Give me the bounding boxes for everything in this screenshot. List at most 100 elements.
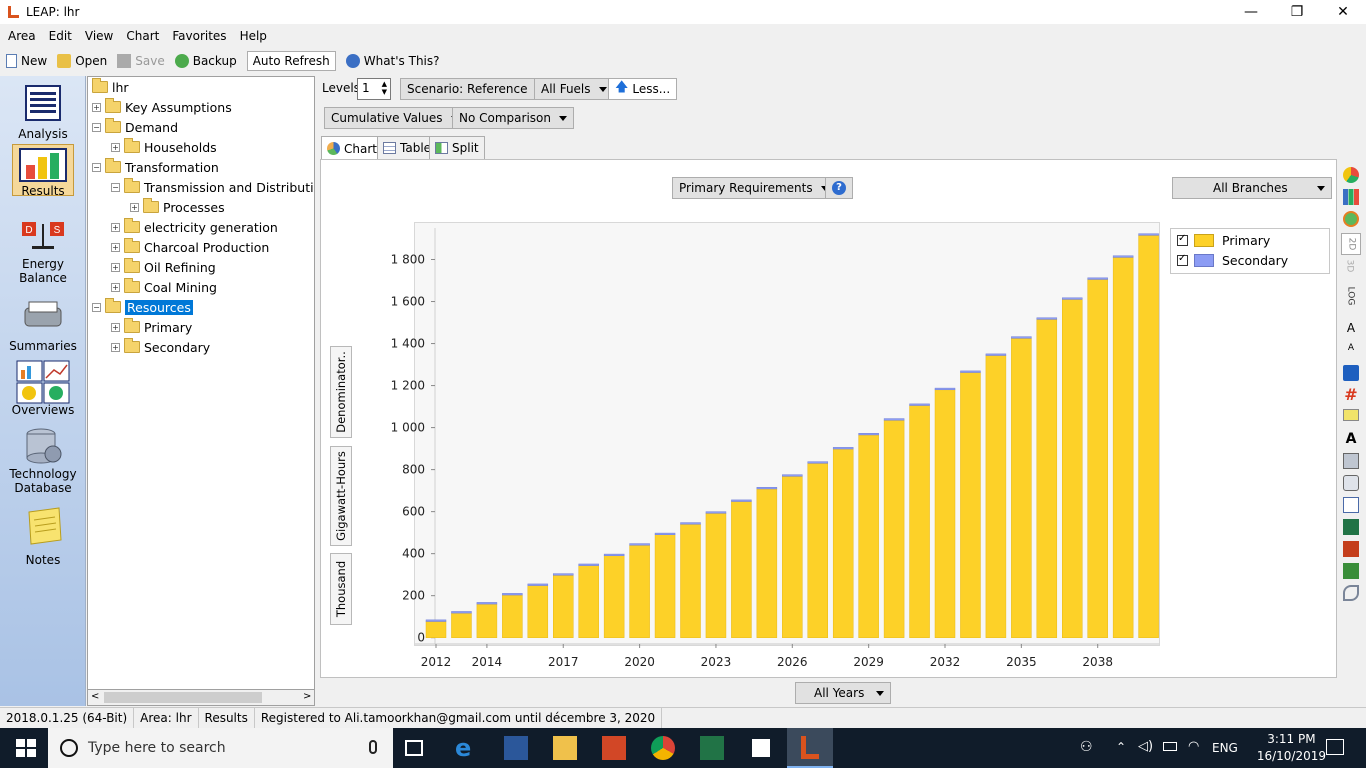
levels-spinner[interactable]: 1 ▲ ▼	[357, 78, 391, 100]
tree-node[interactable]: + electricity generation	[111, 218, 278, 236]
view-overviews[interactable]: Overviews	[0, 360, 86, 417]
view-summaries[interactable]: Summaries	[0, 298, 86, 353]
task-view-icon[interactable]	[405, 740, 423, 756]
tree-node[interactable]: − Transmission and Distributio	[111, 178, 314, 196]
collapse-icon[interactable]: −	[92, 302, 101, 312]
tree-node[interactable]: + Oil Refining	[111, 258, 216, 276]
expand-icon[interactable]: +	[111, 142, 120, 152]
backup-button[interactable]: Backup	[174, 54, 237, 68]
view-energy-balance[interactable]: D S Energy Balance	[0, 218, 86, 285]
tree-node[interactable]: + Primary	[111, 318, 192, 336]
font-decrease-icon[interactable]: A	[1343, 343, 1359, 359]
collapse-icon[interactable]: −	[92, 122, 101, 132]
spinner-arrows-icon[interactable]: ▲ ▼	[382, 80, 387, 96]
print-icon[interactable]	[1343, 475, 1359, 491]
leap-taskbar-button[interactable]	[787, 728, 833, 768]
legend-item-primary[interactable]: Primary	[1177, 233, 1270, 248]
unit-button[interactable]: Gigawatt-Hours	[330, 446, 352, 546]
close-button[interactable]: ✕	[1320, 0, 1366, 24]
people-icon[interactable]: ⚇	[1080, 739, 1093, 755]
expand-icon[interactable]: +	[111, 242, 120, 252]
expand-icon[interactable]: +	[130, 202, 139, 212]
menu-chart[interactable]: Chart	[126, 29, 159, 43]
expand-icon[interactable]: +	[111, 262, 120, 272]
chart-settings-icon[interactable]	[1343, 453, 1359, 469]
word-icon[interactable]	[504, 736, 528, 760]
notifications-icon[interactable]	[1326, 739, 1344, 755]
legend-item-secondary[interactable]: Secondary	[1177, 253, 1288, 268]
powerpoint-export-icon[interactable]	[1343, 541, 1359, 557]
legend-checkbox-secondary[interactable]	[1177, 253, 1188, 266]
tree-node[interactable]: + Households	[111, 138, 217, 156]
expand-icon[interactable]: +	[92, 102, 101, 112]
pie-chart-icon[interactable]	[1343, 167, 1359, 183]
microphone-icon[interactable]	[369, 740, 377, 754]
expand-icon[interactable]: +	[111, 222, 120, 232]
log-scale-toggle[interactable]: LOG	[1345, 287, 1355, 306]
tree-node[interactable]: + Processes	[130, 198, 225, 216]
tree-node[interactable]: + Coal Mining	[111, 278, 217, 296]
collapse-icon[interactable]: −	[92, 162, 101, 172]
3d-toggle[interactable]: 3D	[1344, 260, 1354, 273]
windows-start-icon[interactable]	[14, 736, 38, 760]
tree-node[interactable]: − Resources	[92, 298, 193, 316]
tree-node[interactable]: + Key Assumptions	[92, 98, 232, 116]
help-button[interactable]: ?	[825, 177, 853, 199]
auto-refresh-toggle[interactable]: Auto Refresh	[246, 51, 336, 71]
new-button[interactable]: New	[6, 54, 47, 68]
maximize-button[interactable]: ❐	[1274, 0, 1320, 24]
legend-checkbox-primary[interactable]	[1177, 233, 1188, 246]
file-explorer-icon[interactable]	[553, 736, 577, 760]
menu-area[interactable]: Area	[8, 29, 36, 43]
tab-split[interactable]: Split	[429, 136, 485, 160]
tree-horizontal-scrollbar[interactable]: < >	[87, 689, 315, 706]
expand-icon[interactable]: +	[111, 322, 120, 332]
taskbar-search-box[interactable]: Type here to search	[48, 728, 393, 768]
volume-icon[interactable]: ◁)	[1138, 739, 1153, 754]
chevron-up-icon[interactable]: ⌃	[1116, 740, 1126, 754]
expand-icon[interactable]: +	[111, 282, 120, 292]
variable-dropdown[interactable]: Primary Requirements	[672, 177, 836, 199]
tree-node[interactable]: + Secondary	[111, 338, 210, 356]
cumulative-dropdown[interactable]: Cumulative Values	[324, 107, 466, 129]
battery-icon[interactable]	[1163, 742, 1177, 751]
menu-help[interactable]: Help	[240, 29, 267, 43]
edge-icon[interactable]: e	[455, 736, 479, 760]
font-increase-icon[interactable]: A	[1343, 321, 1359, 337]
bar-chart-icon[interactable]	[1343, 189, 1359, 205]
gridlines-icon[interactable]: #	[1343, 387, 1359, 403]
tree-node[interactable]: + Charcoal Production	[111, 238, 269, 256]
tree-node[interactable]: − Demand	[92, 118, 178, 136]
scale-button[interactable]: Thousand	[330, 553, 352, 625]
comparison-dropdown[interactable]: No Comparison	[452, 107, 574, 129]
tab-chart[interactable]: Chart	[321, 136, 383, 161]
menu-view[interactable]: View	[85, 29, 113, 43]
years-dropdown[interactable]: All Years	[795, 682, 891, 704]
menu-favorites[interactable]: Favorites	[172, 29, 226, 43]
store-icon[interactable]	[749, 736, 773, 760]
tree-node[interactable]: lhr	[92, 78, 129, 96]
powerpoint-icon[interactable]	[602, 736, 626, 760]
collapse-icon[interactable]: −	[111, 182, 120, 192]
fuels-dropdown[interactable]: All Fuels	[534, 78, 614, 100]
wrench-icon[interactable]	[1343, 585, 1359, 601]
view-technology-database[interactable]: Technology Database	[0, 426, 86, 495]
view-results[interactable]: Results	[12, 144, 74, 198]
whats-this-button[interactable]: What's This?	[345, 54, 440, 68]
scenario-dropdown[interactable]: Scenario: Reference	[400, 78, 551, 100]
save-button[interactable]: Save	[117, 54, 165, 68]
area-chart-icon[interactable]	[1343, 211, 1359, 227]
menu-edit[interactable]: Edit	[49, 29, 72, 43]
minimize-button[interactable]: —	[1228, 0, 1274, 24]
tree-node[interactable]: − Transformation	[92, 158, 219, 176]
data-labels-icon[interactable]	[1343, 409, 1359, 421]
wifi-icon[interactable]: ◠	[1188, 739, 1199, 754]
chrome-icon[interactable]	[651, 736, 675, 760]
language-indicator[interactable]: ENG	[1212, 741, 1238, 755]
branches-dropdown[interactable]: All Branches	[1172, 177, 1332, 199]
2d-toggle[interactable]: 2D	[1341, 233, 1361, 255]
font-settings-icon[interactable]: A	[1343, 431, 1359, 447]
scroll-thumb[interactable]	[104, 692, 262, 703]
view-analysis[interactable]: Analysis	[0, 84, 86, 141]
open-button[interactable]: Open	[57, 54, 107, 68]
